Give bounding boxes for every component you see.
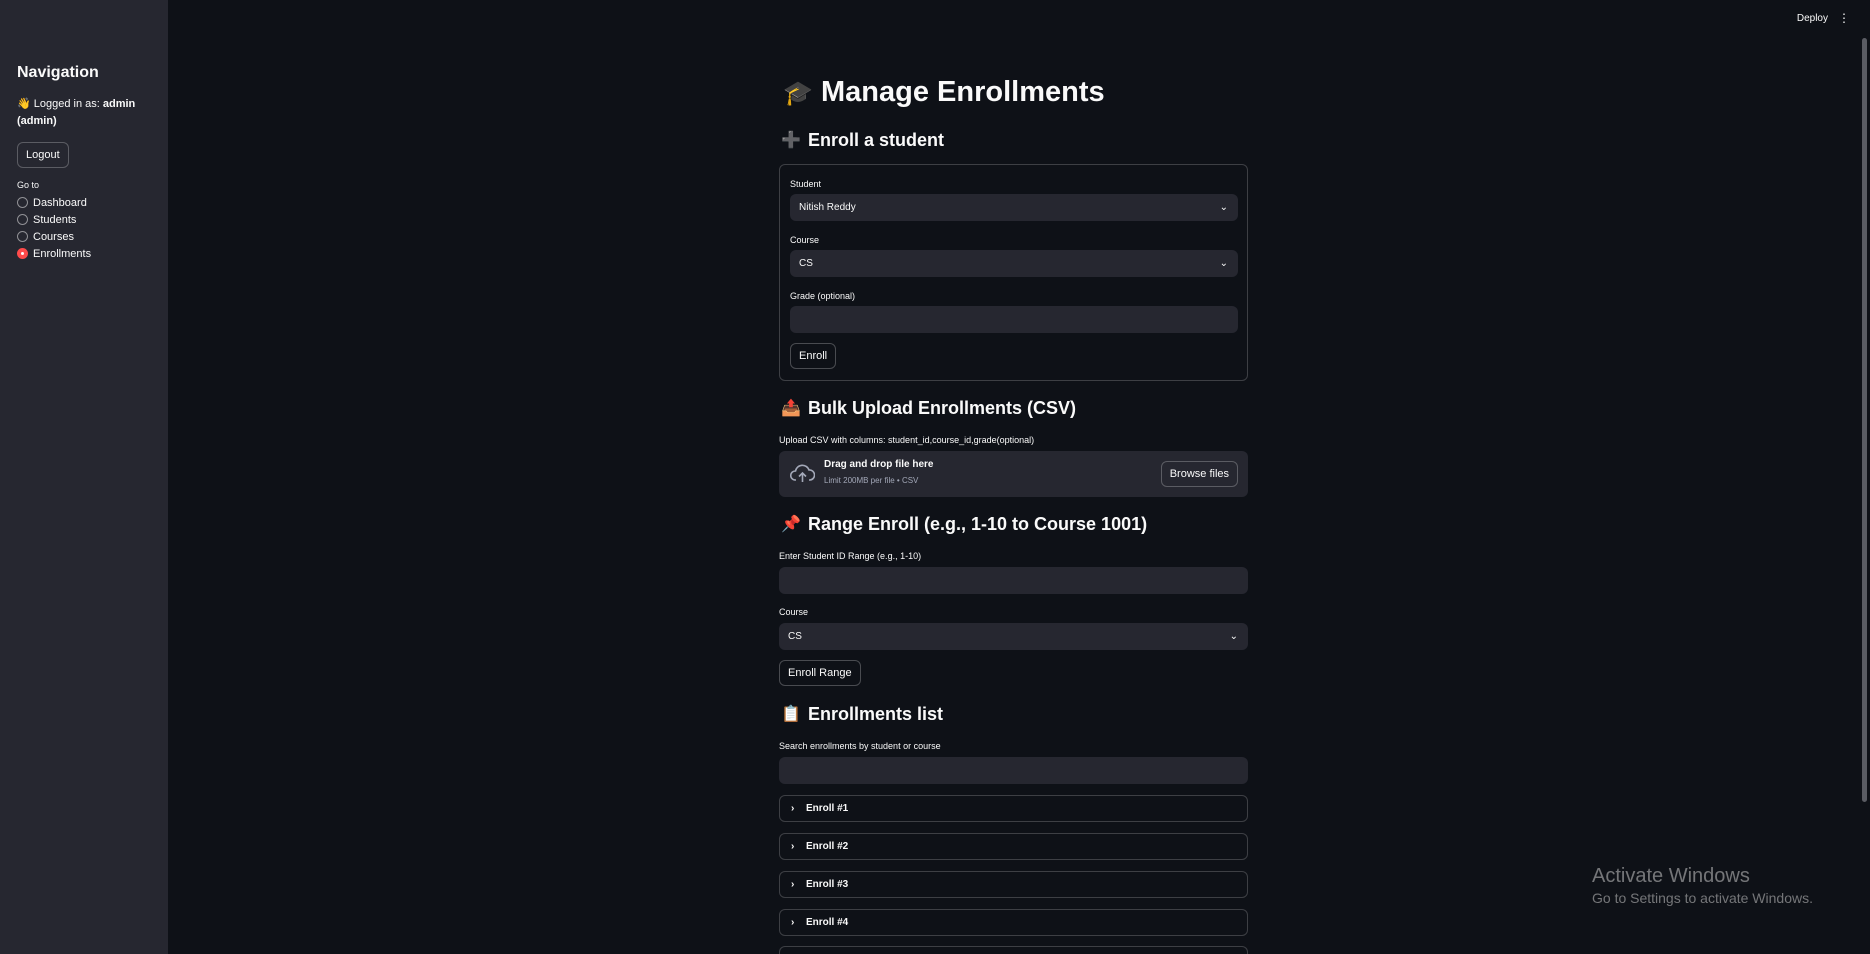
goto-label: Go to xyxy=(17,180,40,190)
expander-label: Enroll #3 xyxy=(806,879,849,890)
nav-radio-label: Students xyxy=(33,213,77,226)
radio-icon xyxy=(17,231,28,242)
chevron-down-icon: ⌄ xyxy=(1229,631,1238,642)
expander-label: Enroll #1 xyxy=(806,803,849,814)
pushpin-icon: 📌 xyxy=(781,515,801,533)
plus-icon: ➕ xyxy=(781,131,801,149)
chevron-right-icon: › xyxy=(791,841,795,852)
nav-radio-students[interactable]: Students xyxy=(17,211,151,228)
nav-radio-enrollments[interactable]: Enrollments xyxy=(17,245,151,262)
student-label: Student xyxy=(790,179,822,189)
chevron-right-icon: › xyxy=(791,879,795,890)
outbox-tray-icon: 📤 xyxy=(781,399,801,417)
file-uploader[interactable]: Drag and drop file here Limit 200MB per … xyxy=(779,451,1248,497)
clipboard-icon: 📋 xyxy=(781,705,801,723)
range-enroll-heading: 📌 Range Enroll (e.g., 1-10 to Course 1001… xyxy=(781,514,1147,535)
drop-text: Drag and drop file here xyxy=(824,459,934,470)
enrollment-expander-1[interactable]: › Enroll #1 xyxy=(779,795,1248,822)
chevron-down-icon: ⌄ xyxy=(1219,258,1228,269)
enrollment-expander-2[interactable]: › Enroll #2 xyxy=(779,833,1248,860)
radio-selected-icon xyxy=(17,248,28,259)
range-enroll-heading-text: Range Enroll (e.g., 1-10 to Course 1001) xyxy=(808,514,1148,534)
page-title-text: Manage Enrollments xyxy=(821,76,1105,108)
nav-radio-courses[interactable]: Courses xyxy=(17,228,151,245)
course-select-value: CS xyxy=(799,258,813,269)
enroll-form: Student Nitish Reddy ⌄ Course CS ⌄ Grade… xyxy=(779,164,1248,381)
browse-files-button[interactable]: Browse files xyxy=(1160,461,1238,487)
student-select[interactable]: Nitish Reddy ⌄ xyxy=(790,194,1238,221)
graduation-cap-icon: 🎓 xyxy=(783,80,813,107)
logged-in-prefix: 👋 Logged in as: xyxy=(17,98,103,110)
enroll-range-button[interactable]: Enroll Range xyxy=(779,660,861,686)
sidebar: Navigation 👋 Logged in as: admin (admin)… xyxy=(0,0,168,954)
expander-label: Enroll #4 xyxy=(806,917,849,928)
student-select-value: Nitish Reddy xyxy=(799,202,856,213)
watermark-line-1: Activate Windows xyxy=(1592,865,1750,887)
windows-activation-watermark: Activate Windows Go to Settings to activ… xyxy=(1592,864,1813,908)
enroll-heading: ➕ Enroll a student xyxy=(781,130,944,151)
logged-in-role: (admin) xyxy=(17,115,57,127)
nav-radio-label: Enrollments xyxy=(33,247,92,260)
range-course-label: Course xyxy=(779,607,809,617)
enrollments-list-heading: 📋 Enrollments list xyxy=(781,704,943,725)
bulk-upload-heading: 📤 Bulk Upload Enrollments (CSV) xyxy=(781,398,1076,419)
limit-text: Limit 200MB per file • CSV xyxy=(824,476,919,485)
bulk-upload-heading-text: Bulk Upload Enrollments (CSV) xyxy=(808,398,1077,418)
deploy-button[interactable]: Deploy xyxy=(1797,13,1828,24)
enrollment-expander-3[interactable]: › Enroll #3 xyxy=(779,871,1248,898)
grade-label: Grade (optional) xyxy=(790,291,856,301)
nav-radio-label: Dashboard xyxy=(33,196,87,209)
course-label: Course xyxy=(790,235,820,245)
logged-in-username: admin xyxy=(102,98,136,110)
search-input[interactable] xyxy=(779,757,1248,784)
range-label: Enter Student ID Range (e.g., 1-10) xyxy=(779,551,922,561)
page-title: 🎓 Manage Enrollments xyxy=(783,76,1105,109)
chevron-down-icon: ⌄ xyxy=(1219,202,1228,213)
radio-icon xyxy=(17,214,28,225)
course-select[interactable]: CS ⌄ xyxy=(790,250,1238,277)
enroll-button[interactable]: Enroll xyxy=(790,343,837,369)
nav-radio-dashboard[interactable]: Dashboard xyxy=(17,194,151,211)
enroll-heading-text: Enroll a student xyxy=(808,130,945,150)
nav-radio-label: Courses xyxy=(33,230,74,243)
expander-label: Enroll #2 xyxy=(806,841,849,852)
enrollment-expander-5-partial[interactable] xyxy=(779,946,1248,954)
bulk-upload-caption: Upload CSV with columns: student_id,cour… xyxy=(779,435,1035,445)
sidebar-title: Navigation xyxy=(17,64,99,81)
main-menu-icon[interactable]: ⋮ xyxy=(1838,12,1850,24)
page-scrollbar[interactable] xyxy=(1862,38,1867,802)
watermark-line-2: Go to Settings to activate Windows. xyxy=(1592,890,1813,906)
search-label: Search enrollments by student or course xyxy=(779,741,941,751)
chevron-right-icon: › xyxy=(791,917,795,928)
radio-icon xyxy=(17,197,28,208)
logged-in-text: 👋 Logged in as: admin (admin) xyxy=(17,96,151,130)
enrollment-expander-4[interactable]: › Enroll #4 xyxy=(779,909,1248,936)
logout-button[interactable]: Logout xyxy=(17,142,69,168)
enrollments-list-heading-text: Enrollments list xyxy=(808,704,944,724)
grade-input[interactable] xyxy=(790,306,1238,333)
range-course-select[interactable]: CS ⌄ xyxy=(779,623,1248,650)
chevron-right-icon: › xyxy=(791,803,795,814)
nav-radio-group: Dashboard Students Courses Enrollments xyxy=(17,194,151,262)
range-course-select-value: CS xyxy=(788,631,802,642)
cloud-upload-icon xyxy=(790,464,815,482)
range-input[interactable] xyxy=(779,567,1248,594)
